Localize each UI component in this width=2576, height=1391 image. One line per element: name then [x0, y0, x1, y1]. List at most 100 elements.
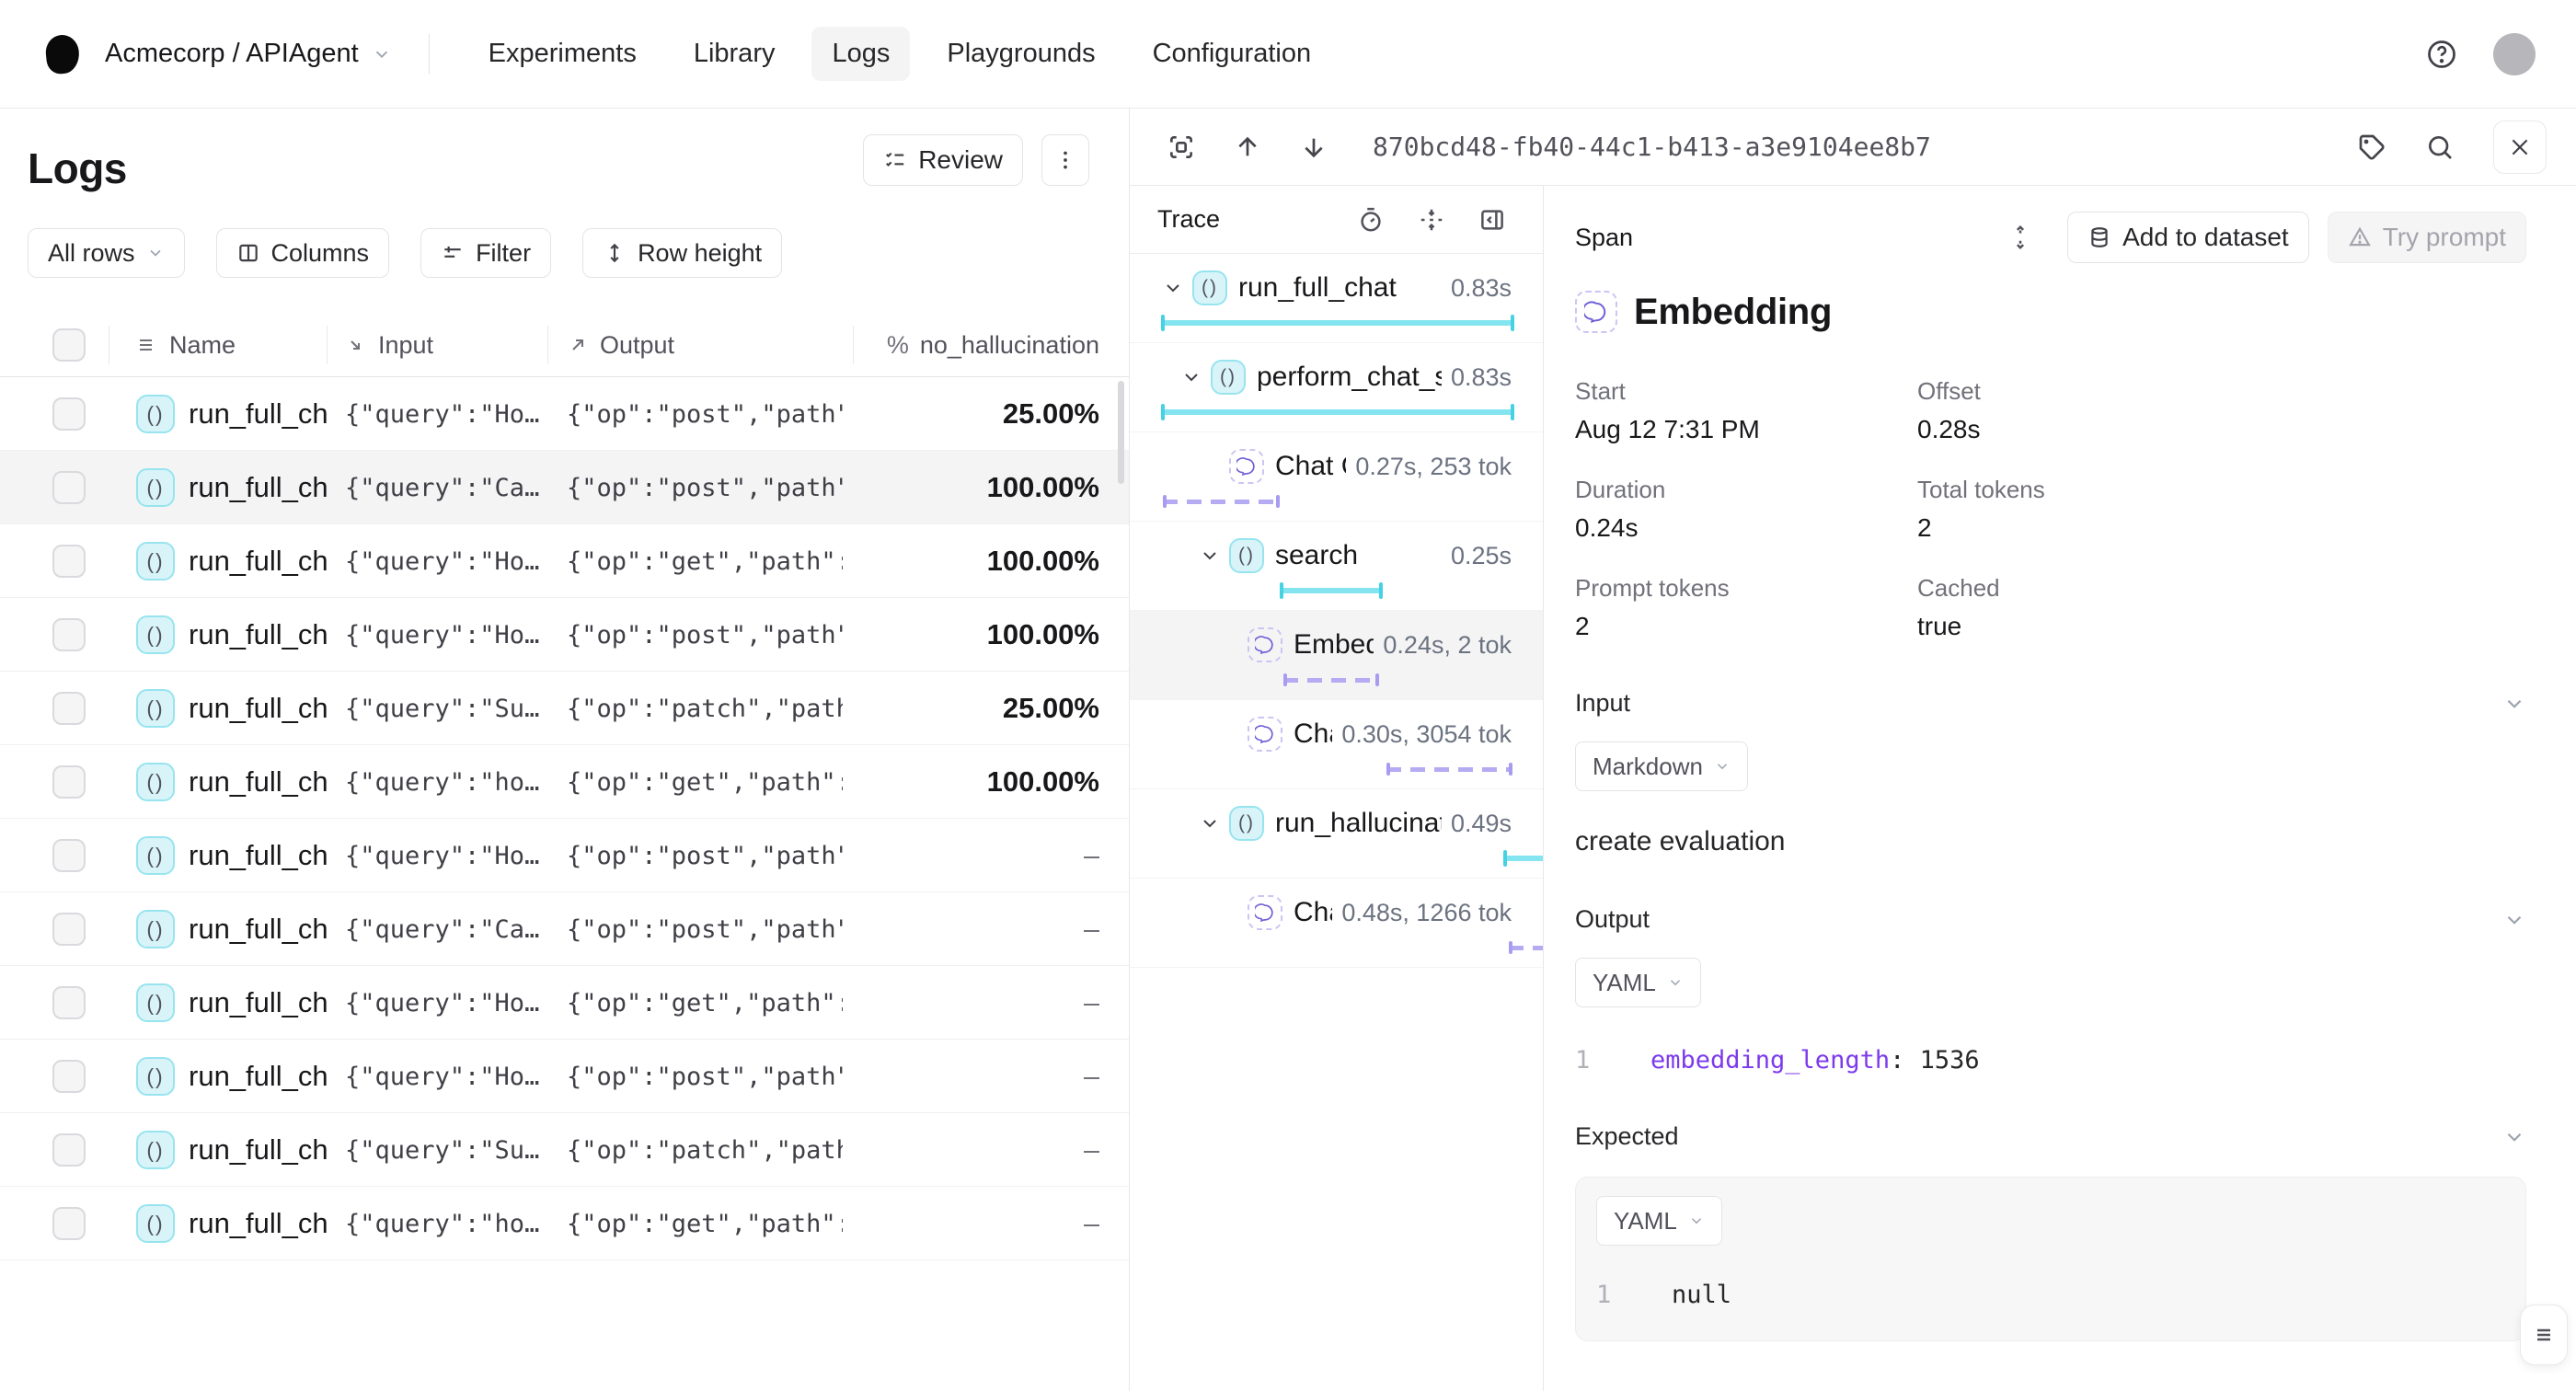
row-checkbox[interactable] — [52, 471, 86, 504]
row-height-button[interactable]: Row height — [582, 228, 782, 278]
review-button[interactable]: Review — [863, 134, 1023, 186]
more-menu-button[interactable] — [1041, 134, 1089, 186]
table-scrollbar[interactable] — [1118, 381, 1124, 484]
function-span-icon: () — [136, 395, 175, 433]
row-checkbox[interactable] — [52, 545, 86, 578]
trace-tree-item[interactable]: ()perform_chat_st…0.83s — [1130, 343, 1543, 432]
rows-filter-label: All rows — [48, 239, 135, 268]
row-checkbox[interactable] — [52, 618, 86, 651]
tab-library[interactable]: Library — [673, 27, 796, 81]
table-row[interactable]: ()run_full_chat{"query":"Ca…{"op":"post"… — [0, 892, 1129, 966]
rows-filter-dropdown[interactable]: All rows — [28, 228, 185, 278]
chevron-down-icon[interactable] — [2502, 1125, 2526, 1149]
filter-icon — [441, 241, 465, 265]
focus-span-icon[interactable] — [1167, 132, 1196, 162]
trace-tree-item[interactable]: Chat …0.30s, 3054 tok — [1130, 700, 1543, 789]
help-icon[interactable] — [2425, 38, 2458, 71]
table-row[interactable]: ()run_full_chat{"query":"Ho…{"op":"post"… — [0, 819, 1129, 892]
expected-format-dropdown[interactable]: YAML — [1596, 1196, 1722, 1246]
trace-tree-item[interactable]: ()search0.25s — [1130, 522, 1543, 611]
input-format-dropdown[interactable]: Markdown — [1575, 741, 1748, 791]
trace-tree-item[interactable]: Chat C…0.27s, 253 tok — [1130, 432, 1543, 522]
column-header-input[interactable]: Input — [345, 313, 433, 377]
trace-panel-title: Trace — [1157, 205, 1220, 234]
table-row[interactable]: ()run_full_chat{"query":"Ho…{"op":"get",… — [0, 524, 1129, 598]
cell-output: {"op":"post","path"… — [567, 819, 843, 892]
table-row[interactable]: ()run_full_chat{"query":"Su…{"op":"patch… — [0, 672, 1129, 745]
chevron-down-icon[interactable] — [1179, 365, 1203, 389]
output-section: Output YAML 1 embedding_length: 1536 — [1575, 905, 2526, 1075]
table-row[interactable]: ()run_full_chat{"query":"Ho…{"op":"post"… — [0, 1040, 1129, 1113]
timer-icon[interactable] — [1357, 206, 1385, 234]
rows-icon — [136, 334, 158, 356]
project-switcher[interactable]: Acmecorp / APIAgent — [105, 39, 392, 69]
row-checkbox[interactable] — [52, 839, 86, 872]
table-row[interactable]: ()run_full_chat{"query":"Ho…{"op":"get",… — [0, 966, 1129, 1040]
tab-logs[interactable]: Logs — [811, 27, 910, 81]
cell-input: {"query":"Ca… — [345, 892, 540, 966]
panel-collapse-icon[interactable] — [1478, 206, 1506, 234]
select-all-checkbox[interactable] — [52, 328, 86, 362]
next-trace-icon[interactable] — [1299, 132, 1328, 162]
span-name: Cha… — [1294, 897, 1332, 928]
llm-span-icon — [1248, 627, 1282, 662]
span-name: run_full_chat — [1238, 272, 1397, 304]
chevron-down-icon[interactable] — [1198, 544, 1222, 568]
trace-tree-item[interactable]: Cha…0.48s, 1266 tok — [1130, 879, 1543, 968]
column-header-output[interactable]: Output — [567, 313, 674, 377]
tab-playgrounds[interactable]: Playgrounds — [926, 27, 1115, 81]
column-header-score[interactable]: % no_hallucination — [887, 313, 1099, 377]
chevron-down-icon[interactable] — [1161, 276, 1185, 300]
add-to-dataset-button[interactable]: Add to dataset — [2067, 212, 2309, 263]
chevron-down-icon[interactable] — [2502, 692, 2526, 716]
column-header-name[interactable]: Name — [136, 313, 236, 377]
row-checkbox[interactable] — [52, 397, 86, 431]
columns-button[interactable]: Columns — [216, 228, 390, 278]
try-prompt-button[interactable]: Try prompt — [2328, 212, 2526, 263]
cell-input: {"query":"ho… — [345, 1187, 540, 1260]
output-format-dropdown[interactable]: YAML — [1575, 958, 1701, 1007]
span-name: Chat … — [1294, 718, 1332, 750]
cell-output: {"op":"patch","path… — [567, 672, 843, 745]
row-checkbox[interactable] — [52, 692, 86, 725]
row-checkbox[interactable] — [52, 1133, 86, 1167]
table-row[interactable]: ()run_full_chat{"query":"Ho…{"op":"post"… — [0, 598, 1129, 672]
chevron-down-icon[interactable] — [2502, 908, 2526, 932]
cell-name: ()run_full_chat — [136, 819, 329, 892]
table-row[interactable]: ()run_full_chat{"query":"ho…{"op":"get",… — [0, 745, 1129, 819]
close-button[interactable] — [2493, 121, 2547, 174]
row-checkbox[interactable] — [52, 913, 86, 946]
tab-configuration[interactable]: Configuration — [1133, 27, 1332, 81]
search-icon[interactable] — [2425, 132, 2455, 162]
outline-menu-button[interactable] — [2520, 1305, 2568, 1365]
table-row[interactable]: ()run_full_chat{"query":"Su…{"op":"patch… — [0, 1113, 1129, 1187]
table-row[interactable]: ()run_full_chat{"query":"Ho…{"op":"post"… — [0, 377, 1129, 451]
trace-tree-item[interactable]: Embed…0.24s, 2 tok — [1130, 611, 1543, 700]
columns-label: Columns — [271, 239, 370, 268]
tag-icon[interactable] — [2357, 132, 2386, 162]
filter-button[interactable]: Filter — [420, 228, 551, 278]
table-row[interactable]: ()run_full_chat{"query":"ho…{"op":"get",… — [0, 1187, 1129, 1260]
row-checkbox[interactable] — [52, 765, 86, 799]
expected-section-label: Expected — [1575, 1122, 1679, 1151]
table-row[interactable]: ()run_full_chat{"query":"Ca…{"op":"post"… — [0, 451, 1129, 524]
arrow-down-right-icon — [345, 334, 367, 356]
expected-editor: YAML 1 null — [1575, 1177, 2526, 1341]
row-height-icon — [603, 241, 627, 265]
collapse-all-icon[interactable] — [1418, 206, 1445, 234]
resize-vertical-icon[interactable] — [2007, 224, 2034, 251]
span-duration: 0.49s — [1442, 810, 1512, 838]
span-name: Chat C… — [1275, 451, 1346, 482]
chevron-down-icon[interactable] — [1198, 811, 1222, 835]
prev-trace-icon[interactable] — [1233, 132, 1262, 162]
tab-experiments[interactable]: Experiments — [468, 27, 657, 81]
row-checkbox[interactable] — [52, 1207, 86, 1240]
app-logo[interactable] — [44, 33, 81, 75]
chevron-down-icon — [1667, 974, 1684, 991]
trace-tree-item[interactable]: ()run_hallucinati…0.49s — [1130, 789, 1543, 879]
input-content: create evaluation — [1575, 826, 2526, 857]
row-checkbox[interactable] — [52, 986, 86, 1019]
trace-tree-item[interactable]: ()run_full_chat0.83s — [1130, 254, 1543, 343]
row-checkbox[interactable] — [52, 1060, 86, 1093]
avatar[interactable] — [2493, 33, 2536, 75]
